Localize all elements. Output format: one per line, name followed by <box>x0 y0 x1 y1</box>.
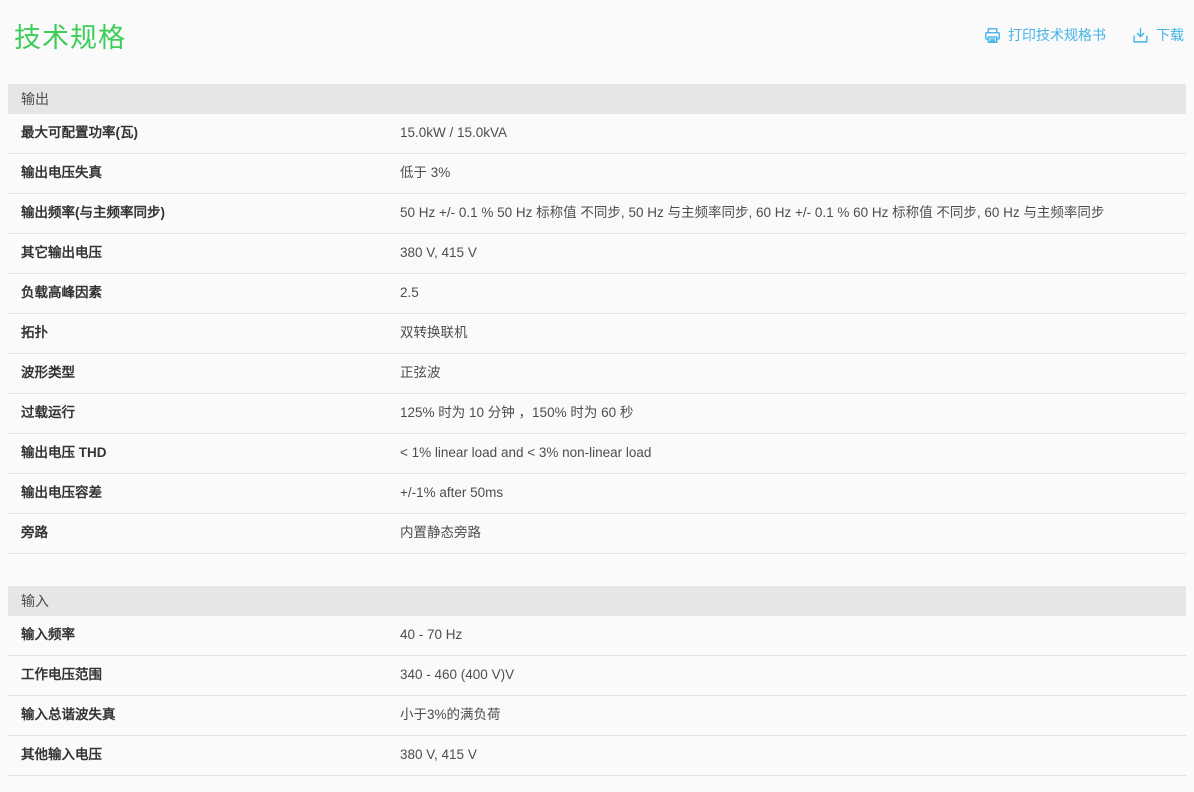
download-icon <box>1132 27 1149 44</box>
table-row: 输出电压 THD < 1% linear load and < 3% non-l… <box>8 434 1186 474</box>
spec-value: 2.5 <box>400 284 1186 302</box>
spec-value: 双转换联机 <box>400 324 1186 342</box>
section-input: 输入 输入频率 40 - 70 Hz 工作电压范围 340 - 460 (400… <box>8 586 1186 776</box>
page-title: 技术规格 <box>14 16 126 55</box>
print-spec-link[interactable]: 打印技术规格书 <box>984 25 1106 45</box>
print-spec-label: 打印技术规格书 <box>1008 25 1106 45</box>
section-header-output: 输出 <box>8 84 1186 114</box>
spec-label: 输出频率(与主频率同步) <box>8 204 400 222</box>
spec-value: 50 Hz +/- 0.1 % 50 Hz 标称值 不同步, 50 Hz 与主频… <box>400 204 1186 222</box>
table-row: 拓扑 双转换联机 <box>8 314 1186 354</box>
topbar: 技术规格 打印技术规格书 <box>8 0 1186 56</box>
spec-value: 340 - 460 (400 V)V <box>400 666 1186 684</box>
spec-label: 波形类型 <box>8 364 400 382</box>
spec-label: 工作电压范围 <box>8 666 400 684</box>
table-row: 输出电压容差 +/-1% after 50ms <box>8 474 1186 514</box>
table-row: 过载运行 125% 时为 10 分钟 ，150% 时为 60 秒 <box>8 394 1186 434</box>
table-row: 输出频率(与主频率同步) 50 Hz +/- 0.1 % 50 Hz 标称值 不… <box>8 194 1186 234</box>
spec-value: 小于3%的满负荷 <box>400 706 1186 724</box>
table-row: 负载高峰因素 2.5 <box>8 274 1186 314</box>
spec-value: < 1% linear load and < 3% non-linear loa… <box>400 444 1186 462</box>
spec-value: 380 V, 415 V <box>400 746 1186 764</box>
spec-label: 旁路 <box>8 524 400 542</box>
spec-label: 拓扑 <box>8 324 400 342</box>
spec-value: 内置静态旁路 <box>400 524 1186 542</box>
spec-label: 输出电压失真 <box>8 164 400 182</box>
table-row: 工作电压范围 340 - 460 (400 V)V <box>8 656 1186 696</box>
spec-label: 输出电压 THD <box>8 444 400 462</box>
spec-label: 输入总谐波失真 <box>8 706 400 724</box>
spec-label: 负载高峰因素 <box>8 284 400 302</box>
spec-value: 125% 时为 10 分钟 ，150% 时为 60 秒 <box>400 404 1186 422</box>
section-rows: 输入频率 40 - 70 Hz 工作电压范围 340 - 460 (400 V)… <box>8 616 1186 776</box>
spec-value: 低于 3% <box>400 164 1186 182</box>
printer-icon <box>984 27 1001 44</box>
table-row: 旁路 内置静态旁路 <box>8 514 1186 554</box>
spec-label: 其它输出电压 <box>8 244 400 262</box>
spec-label: 输入频率 <box>8 626 400 644</box>
spec-value: 380 V, 415 V <box>400 244 1186 262</box>
table-row: 输入频率 40 - 70 Hz <box>8 616 1186 656</box>
section-rows: 最大可配置功率(瓦) 15.0kW / 15.0kVA 输出电压失真 低于 3%… <box>8 114 1186 554</box>
spec-label: 过载运行 <box>8 404 400 422</box>
table-row: 最大可配置功率(瓦) 15.0kW / 15.0kVA <box>8 114 1186 154</box>
table-row: 输入总谐波失真 小于3%的满负荷 <box>8 696 1186 736</box>
spec-value: 正弦波 <box>400 364 1186 382</box>
section-header-input: 输入 <box>8 586 1186 616</box>
section-output: 输出 最大可配置功率(瓦) 15.0kW / 15.0kVA 输出电压失真 低于… <box>8 84 1186 554</box>
download-link[interactable]: 下载 <box>1132 25 1184 45</box>
spec-value: +/-1% after 50ms <box>400 484 1186 502</box>
table-row: 其它输出电压 380 V, 415 V <box>8 234 1186 274</box>
spec-value: 40 - 70 Hz <box>400 626 1186 644</box>
table-row: 其他输入电压 380 V, 415 V <box>8 736 1186 776</box>
spec-value: 15.0kW / 15.0kVA <box>400 124 1186 142</box>
download-label: 下载 <box>1156 25 1184 45</box>
spec-label: 最大可配置功率(瓦) <box>8 124 400 142</box>
spec-page: 技术规格 打印技术规格书 <box>0 0 1194 792</box>
table-row: 输出电压失真 低于 3% <box>8 154 1186 194</box>
spec-label: 输出电压容差 <box>8 484 400 502</box>
spec-label: 其他输入电压 <box>8 746 400 764</box>
table-row: 波形类型 正弦波 <box>8 354 1186 394</box>
action-links: 打印技术规格书 下载 <box>984 25 1184 45</box>
